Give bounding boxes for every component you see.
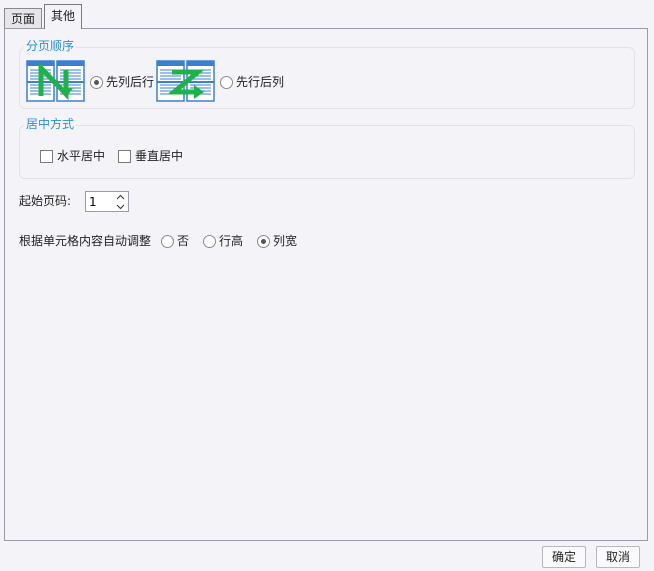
centering-title: 居中方式 — [24, 116, 77, 132]
start-page-label: 起始页码: — [19, 194, 72, 208]
auto-adjust-row-height-radio[interactable] — [203, 235, 216, 248]
chevron-up-icon — [116, 194, 125, 199]
row-then-column-icon — [156, 60, 215, 102]
vertical-center-checkbox[interactable] — [118, 150, 131, 163]
auto-adjust-none-radio[interactable] — [161, 235, 174, 248]
chevron-down-icon — [116, 204, 125, 209]
settings-panel: 分页顺序 先列后行 先行后列 居中方式 水平居中 垂直居中 起始页码: 1 根据… — [4, 28, 648, 541]
horizontal-center-checkbox[interactable] — [40, 150, 53, 163]
auto-adjust-label: 根据单元格内容自动调整 — [19, 234, 152, 248]
column-then-row-radio[interactable] — [90, 76, 103, 89]
column-then-row-label: 先列后行 — [106, 75, 155, 89]
auto-adjust-column-width-label: 列宽 — [273, 234, 298, 248]
vertical-center-label: 垂直居中 — [135, 149, 184, 163]
tab-other[interactable]: 其他 — [44, 4, 83, 29]
column-then-row-icon — [26, 60, 85, 102]
tab-page[interactable]: 页面 — [4, 8, 43, 29]
row-then-column-radio[interactable] — [220, 76, 233, 89]
tab-bar: 页面 其他 — [4, 4, 650, 29]
auto-adjust-none-label: 否 — [177, 234, 190, 248]
auto-adjust-row-height-label: 行高 — [219, 234, 244, 248]
auto-adjust-column-width-radio[interactable] — [257, 235, 270, 248]
page-order-group: 分页顺序 先列后行 先行后列 — [19, 38, 635, 109]
ok-button[interactable]: 确定 — [542, 546, 586, 568]
spin-down-button[interactable] — [114, 202, 127, 211]
row-then-column-label: 先行后列 — [236, 75, 285, 89]
start-page-spinner — [85, 191, 129, 212]
centering-group: 居中方式 水平居中 垂直居中 — [19, 116, 635, 179]
page-order-title: 分页顺序 — [24, 38, 77, 54]
spin-up-button[interactable] — [114, 192, 127, 201]
horizontal-center-label: 水平居中 — [57, 149, 106, 163]
cancel-button[interactable]: 取消 — [596, 546, 640, 568]
start-page-input[interactable] — [89, 194, 115, 210]
